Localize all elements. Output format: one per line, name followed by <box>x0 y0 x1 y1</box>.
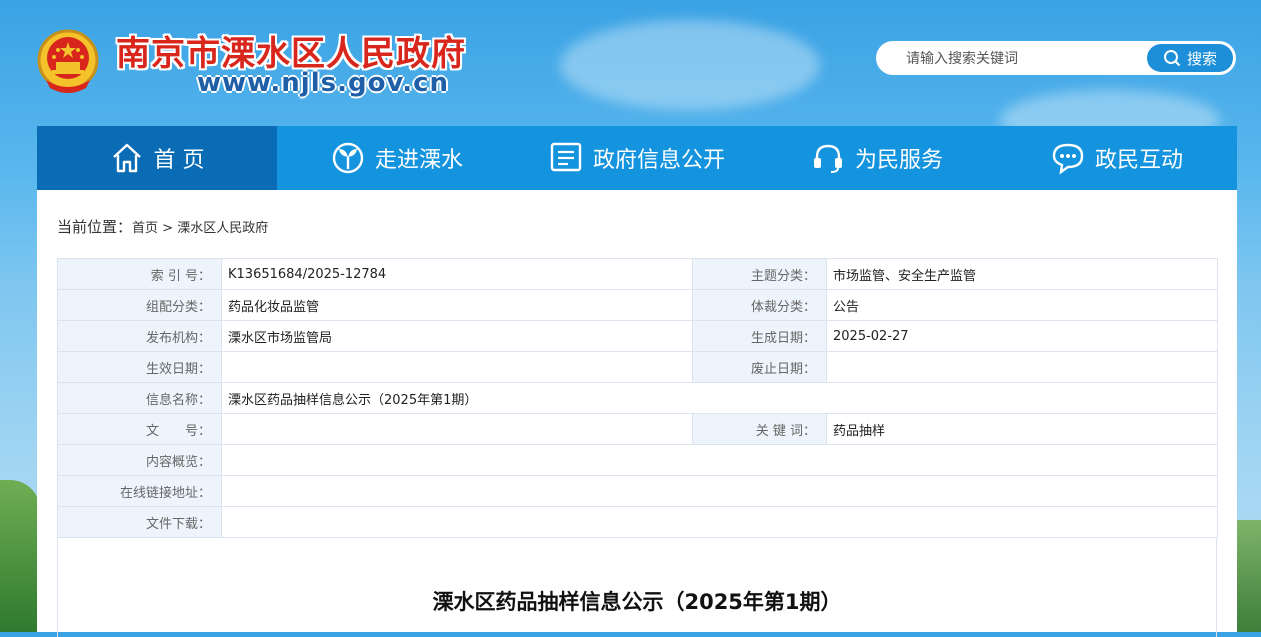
home-icon <box>112 143 141 173</box>
site-url: www.njls.gov.cn <box>197 68 450 98</box>
search-icon <box>1163 50 1181 67</box>
table-row: 组配分类： 药品化妆品监管 体裁分类： 公告 <box>57 289 1218 321</box>
genre-value: 公告 <box>826 289 1218 321</box>
keywords-value: 药品抽样 <box>826 413 1218 445</box>
table-row: 文件下载： <box>57 506 1218 538</box>
nav-item-public-service[interactable]: 为民服务 <box>757 126 997 190</box>
table-row: 索 引 号： K13651684/2025-12784 主题分类： 市场监管、安… <box>57 258 1218 290</box>
breadcrumb-current-link[interactable]: 溧水区人民政府 <box>177 221 268 236</box>
effective-date-value <box>221 351 693 383</box>
file-download-label: 文件下载： <box>57 506 222 538</box>
sprout-icon <box>332 142 364 174</box>
online-link-value[interactable] <box>221 475 1218 507</box>
search-box: 搜索 <box>876 41 1236 75</box>
org-class-label: 组配分类： <box>57 289 222 321</box>
chat-icon <box>1052 143 1084 175</box>
created-date-label: 生成日期： <box>692 320 827 352</box>
table-row: 生效日期： 废止日期： <box>57 351 1218 383</box>
publisher-label: 发布机构： <box>57 320 222 352</box>
nav-item-home[interactable]: 首 页 <box>37 126 277 190</box>
abolished-date-label: 废止日期： <box>692 351 827 383</box>
breadcrumb-home-link[interactable]: 首页 <box>132 221 158 236</box>
document-icon <box>550 142 582 172</box>
search-input[interactable] <box>904 47 1138 71</box>
online-link-label: 在线链接地址： <box>57 475 222 507</box>
effective-date-label: 生效日期： <box>57 351 222 383</box>
breadcrumb: 当前位置：首页 > 溧水区人民政府 <box>57 216 268 237</box>
cloud-decoration <box>560 20 820 110</box>
theme-value: 市场监管、安全生产监管 <box>826 258 1218 290</box>
theme-label: 主题分类： <box>692 258 827 290</box>
abolished-date-value <box>826 351 1218 383</box>
summary-label: 内容概览： <box>57 444 222 476</box>
national-emblem-icon <box>36 28 100 94</box>
table-row: 在线链接地址： <box>57 475 1218 507</box>
index-no-label: 索 引 号： <box>57 258 222 290</box>
doc-no-label: 文 号： <box>57 413 222 445</box>
org-class-value: 药品化妆品监管 <box>221 289 693 321</box>
genre-label: 体裁分类： <box>692 289 827 321</box>
headset-icon <box>813 144 842 173</box>
nav-item-label: 走进溧水 <box>374 148 463 173</box>
doc-no-value <box>221 413 693 445</box>
publisher-value: 溧水区市场监管局 <box>221 320 693 352</box>
info-name-label: 信息名称： <box>57 382 222 414</box>
nav-item-about-lishui[interactable]: 走进溧水 <box>277 126 517 190</box>
nav-item-label: 政府信息公开 <box>592 148 725 173</box>
table-row: 文 号： 关 键 词： 药品抽样 <box>57 413 1218 445</box>
info-meta-table: 索 引 号： K13651684/2025-12784 主题分类： 市场监管、安… <box>57 258 1218 538</box>
hill-decoration <box>1235 520 1261 632</box>
nav-item-interaction[interactable]: 政民互动 <box>997 126 1237 190</box>
nav-item-label: 政民互动 <box>1094 148 1183 173</box>
search-button[interactable]: 搜索 <box>1147 44 1233 72</box>
nav-item-gov-info[interactable]: 政府信息公开 <box>517 126 757 190</box>
summary-value <box>221 444 1218 476</box>
keywords-label: 关 键 词： <box>692 413 827 445</box>
breadcrumb-separator: > <box>162 221 174 236</box>
main-nav: 首 页 走进溧水 政府信息公开 为民服务 政民互动 <box>37 126 1237 190</box>
file-download-value[interactable] <box>221 506 1218 538</box>
nav-item-label: 首 页 <box>153 148 205 173</box>
table-row: 信息名称： 溧水区药品抽样信息公示（2025年第1期） <box>57 382 1218 414</box>
content-panel: 当前位置：首页 > 溧水区人民政府 索 引 号： K13651684/2025-… <box>37 190 1237 637</box>
hill-decoration <box>0 480 40 632</box>
article-title: 溧水区药品抽样信息公示（2025年第1期） <box>432 590 842 614</box>
index-no-value: K13651684/2025-12784 <box>221 258 693 290</box>
table-row: 发布机构： 溧水区市场监管局 生成日期： 2025-02-27 <box>57 320 1218 352</box>
created-date-value: 2025-02-27 <box>826 320 1218 352</box>
search-button-label: 搜索 <box>1186 49 1217 68</box>
table-row: 内容概览： <box>57 444 1218 476</box>
info-name-value: 溧水区药品抽样信息公示（2025年第1期） <box>221 382 1218 414</box>
nav-item-label: 为民服务 <box>854 148 943 173</box>
breadcrumb-lead: 当前位置： <box>57 218 133 236</box>
